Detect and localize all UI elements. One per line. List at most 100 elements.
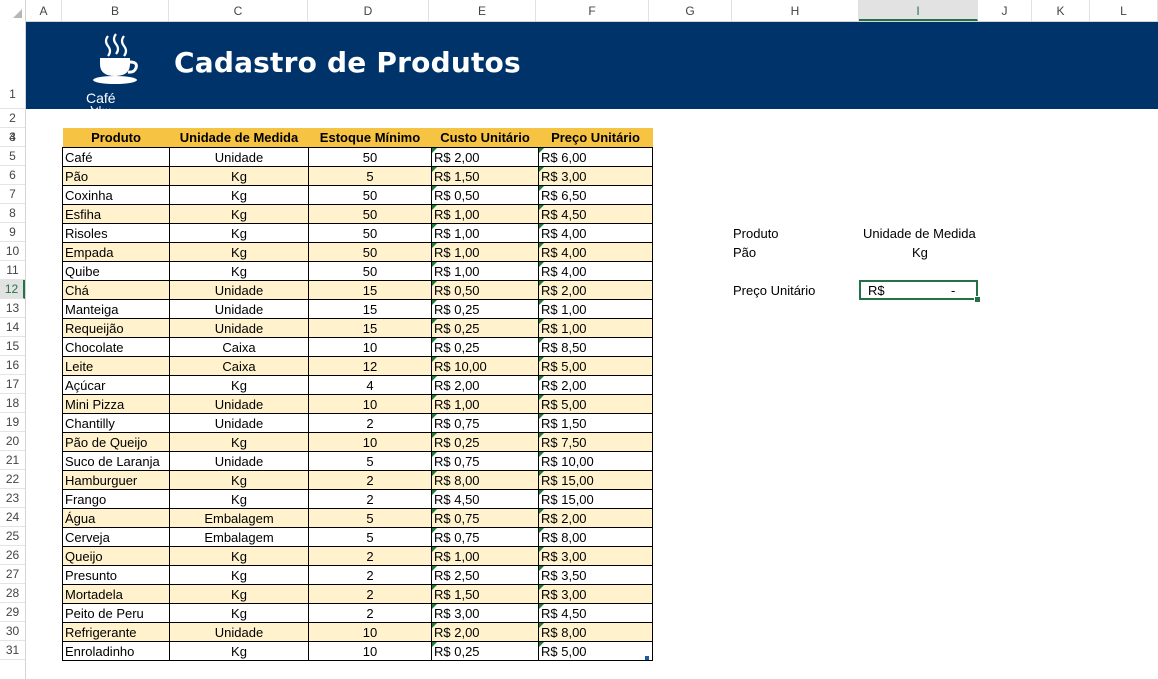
error-indicator-icon[interactable] — [539, 509, 544, 514]
estoque-cell[interactable]: 2 — [308, 546, 432, 566]
estoque-cell[interactable]: 5 — [308, 166, 432, 186]
error-indicator-icon[interactable] — [539, 224, 544, 229]
custo-cell[interactable]: R$ 0,25 — [431, 432, 539, 452]
custo-cell[interactable]: R$ 0,25 — [431, 337, 539, 357]
produto-cell[interactable]: Hamburguer — [62, 470, 170, 490]
produto-cell[interactable]: Açúcar — [62, 375, 170, 395]
row-header-15[interactable]: 15 — [0, 337, 25, 356]
custo-cell[interactable]: R$ 4,50 — [431, 489, 539, 509]
produto-cell[interactable]: Requeijão — [62, 318, 170, 338]
row-header-8[interactable]: 8 — [0, 204, 25, 223]
custo-cell[interactable]: R$ 0,50 — [431, 280, 539, 300]
estoque-cell[interactable]: 10 — [308, 622, 432, 642]
row-header-25[interactable]: 25 — [0, 527, 25, 546]
custo-cell[interactable]: R$ 2,00 — [431, 375, 539, 395]
unidade-cell[interactable]: Unidade — [169, 280, 309, 300]
estoque-cell[interactable]: 2 — [308, 470, 432, 490]
estoque-cell[interactable]: 2 — [308, 603, 432, 623]
produto-cell[interactable]: Quibe — [62, 261, 170, 281]
preco-cell[interactable]: R$ 4,50 — [538, 603, 653, 623]
produto-cell[interactable]: Esfiha — [62, 204, 170, 224]
error-indicator-icon[interactable] — [539, 167, 544, 172]
unidade-cell[interactable]: Unidade — [169, 147, 309, 167]
error-indicator-icon[interactable] — [539, 338, 544, 343]
error-indicator-icon[interactable] — [432, 262, 437, 267]
row-header-30[interactable]: 30 — [0, 622, 25, 641]
custo-cell[interactable]: R$ 1,50 — [431, 584, 539, 604]
estoque-cell[interactable]: 5 — [308, 451, 432, 471]
preco-cell[interactable]: R$ 5,00 — [538, 641, 653, 661]
header-custo[interactable]: Custo Unitário — [431, 128, 539, 148]
produto-cell[interactable]: Frango — [62, 489, 170, 509]
preco-cell[interactable]: R$ 2,00 — [538, 508, 653, 528]
unidade-cell[interactable]: Kg — [169, 223, 309, 243]
preco-cell[interactable]: R$ 1,00 — [538, 299, 653, 319]
estoque-cell[interactable]: 5 — [308, 527, 432, 547]
column-header-h[interactable]: H — [732, 0, 859, 21]
error-indicator-icon[interactable] — [432, 395, 437, 400]
row-header-23[interactable]: 23 — [0, 489, 25, 508]
error-indicator-icon[interactable] — [432, 205, 437, 210]
header-unidade[interactable]: Unidade de Medida — [169, 128, 309, 148]
custo-cell[interactable]: R$ 1,00 — [431, 242, 539, 262]
unidade-cell[interactable]: Unidade — [169, 299, 309, 319]
unidade-cell[interactable]: Caixa — [169, 356, 309, 376]
estoque-cell[interactable]: 5 — [308, 508, 432, 528]
preco-cell[interactable]: R$ 5,00 — [538, 356, 653, 376]
unidade-cell[interactable]: Kg — [169, 641, 309, 661]
preco-cell[interactable]: R$ 1,50 — [538, 413, 653, 433]
unidade-cell[interactable]: Kg — [169, 489, 309, 509]
row-header-5[interactable]: 5 — [0, 147, 25, 166]
column-header-b[interactable]: B — [62, 0, 169, 21]
unidade-cell[interactable]: Kg — [169, 546, 309, 566]
preco-cell[interactable]: R$ 2,00 — [538, 280, 653, 300]
error-indicator-icon[interactable] — [539, 414, 544, 419]
error-indicator-icon[interactable] — [432, 224, 437, 229]
custo-cell[interactable]: R$ 0,75 — [431, 527, 539, 547]
produto-cell[interactable]: Presunto — [62, 565, 170, 585]
estoque-cell[interactable]: 2 — [308, 565, 432, 585]
unidade-cell[interactable]: Embalagem — [169, 508, 309, 528]
row-header-9[interactable]: 9 — [0, 223, 25, 242]
error-indicator-icon[interactable] — [539, 376, 544, 381]
unidade-cell[interactable]: Kg — [169, 261, 309, 281]
produto-cell[interactable]: Chocolate — [62, 337, 170, 357]
error-indicator-icon[interactable] — [432, 357, 437, 362]
error-indicator-icon[interactable] — [432, 452, 437, 457]
unidade-cell[interactable]: Kg — [169, 432, 309, 452]
column-header-f[interactable]: F — [536, 0, 649, 21]
row-header-6[interactable]: 6 — [0, 166, 25, 185]
estoque-cell[interactable]: 2 — [308, 489, 432, 509]
lookup-produto-value[interactable]: Pão — [733, 245, 756, 260]
column-header-i[interactable]: I — [859, 0, 978, 21]
row-header-10[interactable]: 10 — [0, 242, 25, 261]
row-header-7[interactable]: 7 — [0, 185, 25, 204]
produto-cell[interactable]: Queijo — [62, 546, 170, 566]
row-header-18[interactable]: 18 — [0, 394, 25, 413]
column-header-l[interactable]: L — [1090, 0, 1158, 21]
row-header-12[interactable]: 12 — [0, 280, 25, 299]
error-indicator-icon[interactable] — [432, 585, 437, 590]
produto-cell[interactable]: Manteiga — [62, 299, 170, 319]
produto-cell[interactable]: Risoles — [62, 223, 170, 243]
error-indicator-icon[interactable] — [432, 604, 437, 609]
estoque-cell[interactable]: 12 — [308, 356, 432, 376]
row-header-19[interactable]: 19 — [0, 413, 25, 432]
produto-cell[interactable]: Mini Pizza — [62, 394, 170, 414]
row-header-1[interactable]: 1 — [0, 21, 25, 109]
preco-cell[interactable]: R$ 4,50 — [538, 204, 653, 224]
custo-cell[interactable]: R$ 10,00 — [431, 356, 539, 376]
error-indicator-icon[interactable] — [432, 148, 437, 153]
preco-cell[interactable]: R$ 3,00 — [538, 546, 653, 566]
unidade-cell[interactable]: Kg — [169, 166, 309, 186]
row-header-29[interactable]: 29 — [0, 603, 25, 622]
header-preco[interactable]: Preço Unitário — [538, 128, 653, 148]
custo-cell[interactable]: R$ 0,75 — [431, 413, 539, 433]
error-indicator-icon[interactable] — [432, 338, 437, 343]
custo-cell[interactable]: R$ 1,00 — [431, 261, 539, 281]
error-indicator-icon[interactable] — [539, 528, 544, 533]
error-indicator-icon[interactable] — [539, 623, 544, 628]
produto-cell[interactable]: Chá — [62, 280, 170, 300]
produto-cell[interactable]: Pão de Queijo — [62, 432, 170, 452]
error-indicator-icon[interactable] — [432, 300, 437, 305]
